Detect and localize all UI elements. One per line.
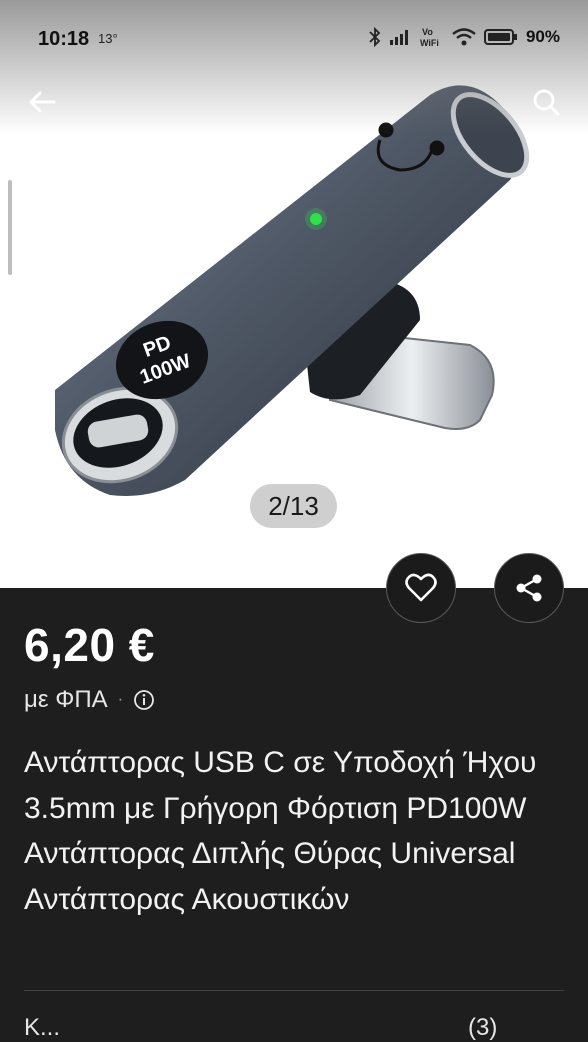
info-icon[interactable] xyxy=(133,689,155,711)
battery-icon xyxy=(483,29,517,45)
status-temperature: 13° xyxy=(98,31,118,46)
product-image-viewer[interactable]: PD 100W 10:18 13° Vo WiFi 90% 2/13 xyxy=(0,0,588,588)
share-icon xyxy=(516,574,542,602)
divider xyxy=(24,990,564,991)
vowifi-icon: VoWiFi xyxy=(420,27,439,48)
bluetooth-icon xyxy=(369,27,381,47)
product-price: 6,20 € xyxy=(24,619,155,671)
vowifi-label: Vo xyxy=(422,27,433,37)
status-bar: 10:18 13° Vo WiFi 90% xyxy=(0,0,588,78)
vat-row: με ΦΠΑ · xyxy=(24,686,155,714)
share-button[interactable] xyxy=(494,553,564,623)
status-time: 10:18 xyxy=(38,28,90,50)
svg-text:WiFi: WiFi xyxy=(420,38,439,48)
separator-dot: · xyxy=(117,691,124,708)
adapter-body xyxy=(55,85,530,496)
image-counter: 2/13 xyxy=(250,484,337,528)
partial-row-left[interactable]: Κ... xyxy=(24,1014,60,1042)
vat-label: με ΦΠΑ xyxy=(24,686,108,713)
product-title: Αντάπτορας USB C σε Υποδοχή Ήχου 3.5mm μ… xyxy=(24,746,537,916)
partial-row-right: (3) xyxy=(468,1014,498,1041)
signal-icon xyxy=(389,30,408,45)
scroll-indicator xyxy=(8,180,12,275)
wifi-icon xyxy=(452,28,476,46)
heart-icon xyxy=(405,573,437,602)
status-icons: Vo WiFi 90% xyxy=(368,26,560,48)
search-icon[interactable] xyxy=(530,86,562,118)
favorite-button[interactable] xyxy=(386,553,456,623)
arrow-left-icon[interactable] xyxy=(26,86,58,118)
battery-level: 90% xyxy=(525,27,560,46)
